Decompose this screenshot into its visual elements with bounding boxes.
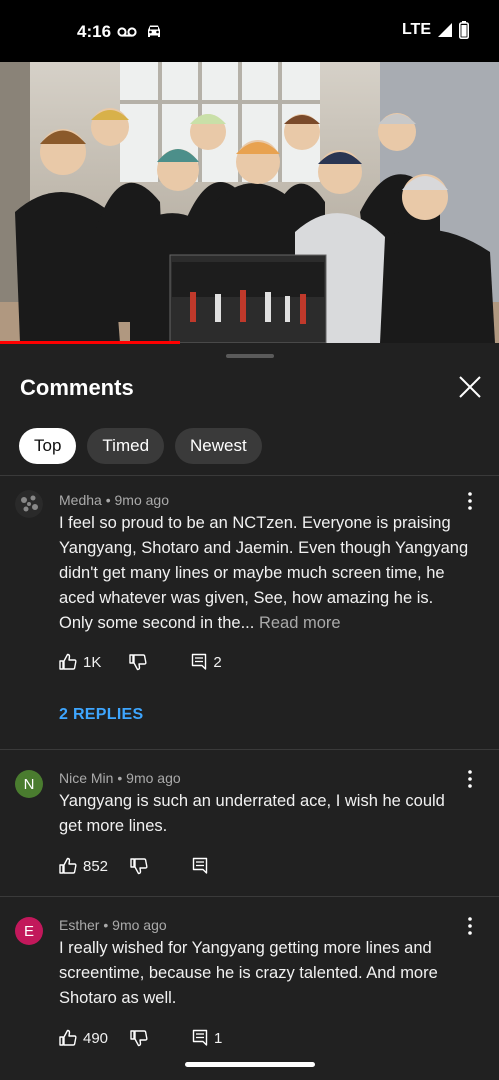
drag-handle[interactable] xyxy=(226,354,274,358)
avatar[interactable]: E xyxy=(15,917,43,945)
view-replies-link[interactable]: 2 REPLIES xyxy=(59,706,144,724)
reply-count: 1 xyxy=(214,1029,223,1047)
video-player[interactable] xyxy=(0,62,499,343)
more-vert-icon[interactable] xyxy=(462,916,478,936)
chip-top[interactable]: Top xyxy=(19,428,77,464)
voicemail-icon xyxy=(117,26,137,37)
signal-icon xyxy=(438,23,452,37)
more-vert-icon[interactable] xyxy=(462,769,478,789)
reply-icon xyxy=(192,1029,208,1046)
reply-button[interactable]: 1 xyxy=(192,1029,222,1047)
comments-sheet: Comments Top Timed Newest Medha • 9mo ag… xyxy=(0,344,499,1080)
comment-age: 9mo ago xyxy=(112,917,167,933)
chip-timed[interactable]: Timed xyxy=(87,428,165,464)
comment-item: E Esther • 9mo ago I really wished for Y… xyxy=(0,896,499,1080)
thumb-up-icon xyxy=(59,857,77,874)
like-button[interactable]: 1K xyxy=(59,653,101,671)
thumb-up-icon xyxy=(59,653,77,670)
comment-author[interactable]: Nice Min xyxy=(59,770,113,786)
status-time: 4:16 xyxy=(77,22,112,41)
like-button[interactable]: 490 xyxy=(59,1029,108,1047)
like-button[interactable]: 852 xyxy=(59,857,108,875)
avatar[interactable]: N xyxy=(15,770,43,798)
comment-text: I really wished for Yangyang getting mor… xyxy=(59,939,438,1007)
comment-age: 9mo ago xyxy=(126,770,181,786)
thumb-down-icon[interactable] xyxy=(129,653,147,671)
comment-actions: 852 xyxy=(59,855,208,877)
comment-meta: Esther • 9mo ago xyxy=(59,917,167,933)
status-bar: 4:16 LTE xyxy=(0,0,499,62)
reply-button[interactable] xyxy=(192,857,208,875)
comment-text: I feel so proud to be an NCTzen. Everyon… xyxy=(59,514,469,632)
sheet-title: Comments xyxy=(20,375,134,400)
close-icon[interactable] xyxy=(455,372,485,402)
home-indicator[interactable] xyxy=(185,1062,315,1067)
video-frame xyxy=(0,62,499,343)
like-count: 490 xyxy=(83,1029,109,1047)
thumb-down-icon[interactable] xyxy=(130,1029,148,1047)
comment-text: Yangyang is such an underrated ace, I wi… xyxy=(59,792,445,835)
like-count: 1K xyxy=(83,653,102,671)
more-vert-icon[interactable] xyxy=(462,491,478,511)
like-count: 852 xyxy=(83,857,109,875)
comment-author[interactable]: Esther xyxy=(59,917,99,933)
reply-icon xyxy=(192,653,207,670)
avatar[interactable] xyxy=(15,490,43,518)
car-icon xyxy=(148,25,160,37)
thumb-up-icon xyxy=(59,1029,77,1046)
reply-icon xyxy=(192,857,208,874)
network-label: LTE xyxy=(401,21,431,38)
comment-meta: Nice Min • 9mo ago xyxy=(59,770,181,786)
comment-author[interactable]: Medha xyxy=(59,492,102,508)
comment-age: 9mo ago xyxy=(114,492,169,508)
thumb-down-icon[interactable] xyxy=(130,857,148,875)
battery-icon xyxy=(459,21,469,39)
reply-count: 2 xyxy=(213,653,222,671)
comment-item: N Nice Min • 9mo ago Yangyang is such an… xyxy=(0,749,499,896)
sort-chips: Top Timed Newest xyxy=(19,428,262,464)
comment-actions: 490 1 xyxy=(59,1027,222,1049)
chip-newest[interactable]: Newest xyxy=(175,428,262,464)
comment-meta: Medha • 9mo ago xyxy=(59,492,169,508)
comment-actions: 1K 2 xyxy=(59,651,222,673)
reply-button[interactable]: 2 xyxy=(191,653,222,671)
read-more-link[interactable]: Read more xyxy=(259,614,341,632)
comment-item: Medha • 9mo ago I feel so proud to be an… xyxy=(0,475,499,749)
